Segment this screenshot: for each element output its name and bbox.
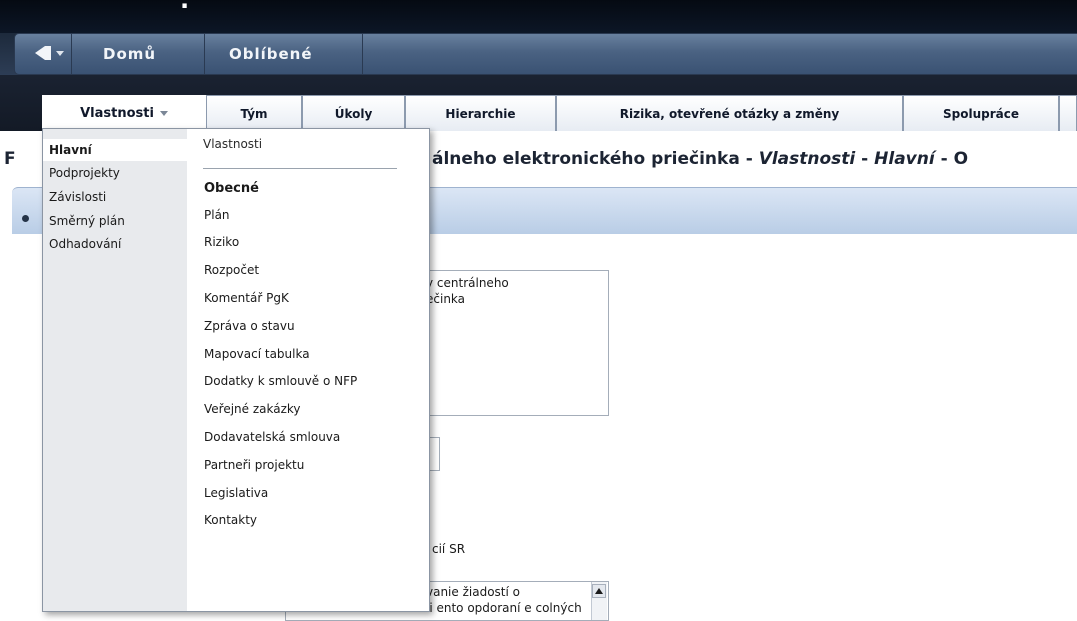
textarea-scrollbar[interactable] bbox=[591, 582, 607, 620]
page-title-prefix: F bbox=[4, 149, 16, 169]
dropdown-item-komentar-pgk[interactable]: Komentář PgK bbox=[204, 288, 289, 308]
navbar-inner: Domů Oblíbené bbox=[14, 33, 1077, 75]
tab-bar: Vlastnosti Tým Úkoly Hierarchie Rizika, … bbox=[0, 75, 1077, 131]
textarea-line: ečinka bbox=[426, 292, 466, 306]
page-title-text: álneho elektronického priečinka - bbox=[432, 149, 759, 169]
tab-label: Vlastnosti bbox=[80, 106, 154, 121]
page-title-sep: - O bbox=[934, 149, 969, 169]
chevron-down-icon bbox=[159, 111, 168, 116]
back-arrow-icon bbox=[35, 46, 45, 60]
dropdown-item-smerny-plan[interactable]: Směrný plán bbox=[49, 210, 125, 232]
textarea-line: vanie žiadostí o bbox=[426, 585, 520, 599]
dropdown-item-rozpocet[interactable]: Rozpočet bbox=[204, 260, 259, 280]
page-title: álneho elektronického priečinka - Vlastn… bbox=[432, 149, 968, 169]
tab-overflow[interactable] bbox=[1059, 95, 1077, 131]
nav-home[interactable]: Domů bbox=[103, 34, 156, 74]
tab-tym[interactable]: Tým bbox=[206, 95, 302, 131]
properties-dropdown: Hlavní Podprojekty Závislosti Směrný plá… bbox=[42, 128, 430, 612]
chevron-down-icon[interactable] bbox=[56, 51, 64, 56]
page-title-main: Hlavní bbox=[874, 149, 935, 169]
dropdown-item-partneri-projektu[interactable]: Partneři projektu bbox=[204, 455, 304, 475]
tab-label: Hierarchie bbox=[445, 107, 516, 121]
dropdown-item-podprojekty[interactable]: Podprojekty bbox=[49, 162, 120, 184]
tab-label: Úkoly bbox=[334, 107, 373, 121]
page-title-props: Vlastnosti bbox=[758, 149, 856, 169]
dropdown-divider bbox=[203, 168, 397, 169]
back-arrow-bar bbox=[45, 46, 51, 60]
textarea-line: ii ento opdoraní e colných bbox=[426, 601, 582, 615]
ministry-label: cií SR bbox=[432, 542, 466, 556]
dropdown-item-riziko[interactable]: Riziko bbox=[204, 232, 239, 252]
tab-hierarchie[interactable]: Hierarchie bbox=[405, 95, 556, 131]
back-button[interactable] bbox=[15, 34, 72, 74]
main-navbar: Domů Oblíbené bbox=[0, 33, 1077, 75]
nav-separator bbox=[362, 34, 363, 74]
header-title-cutoff: . bbox=[180, 0, 191, 14]
nav-separator bbox=[204, 34, 205, 74]
textarea-line: y centrálneho bbox=[426, 276, 509, 290]
dropdown-item-zprava-o-stavu[interactable]: Zpráva o stavu bbox=[204, 316, 295, 336]
dropdown-item-verejne-zakazky[interactable]: Veřejné zakázky bbox=[204, 399, 301, 419]
tab-ukoly[interactable]: Úkoly bbox=[302, 95, 405, 131]
dropdown-item-dodavatelska-smlouva[interactable]: Dodavatelská smlouva bbox=[204, 427, 340, 447]
dropdown-item-odhadovani[interactable]: Odhadování bbox=[49, 233, 121, 255]
dropdown-section-header: Vlastnosti bbox=[203, 137, 263, 151]
tab-label: Spolupráce bbox=[943, 107, 1019, 121]
nav-favorites[interactable]: Oblíbené bbox=[229, 34, 313, 74]
dropdown-item-legislativa[interactable]: Legislativa bbox=[204, 483, 268, 503]
section-bullet-icon bbox=[22, 215, 29, 222]
page-title-sep: - bbox=[855, 149, 875, 169]
tab-label: Tým bbox=[240, 107, 268, 121]
dropdown-item-zavislosti[interactable]: Závislosti bbox=[49, 186, 106, 208]
tab-vlastnosti[interactable]: Vlastnosti bbox=[42, 95, 206, 131]
dropdown-item-hlavni[interactable]: Hlavní bbox=[43, 139, 187, 161]
tab-spoluprace[interactable]: Spolupráce bbox=[903, 95, 1059, 131]
scroll-up-arrow-icon[interactable] bbox=[592, 584, 606, 598]
dropdown-item-dodatky[interactable]: Dodatky k smlouvě o NFP bbox=[204, 371, 357, 391]
dropdown-item-plan[interactable]: Plán bbox=[204, 205, 230, 225]
dropdown-left-panel: Hlavní Podprojekty Závislosti Směrný plá… bbox=[43, 129, 187, 611]
dropdown-item-obecne[interactable]: Obecné bbox=[204, 179, 259, 199]
tab-label: Rizika, otevřené otázky a změny bbox=[619, 107, 840, 121]
dropdown-item-mapovaci-tabulka[interactable]: Mapovací tabulka bbox=[204, 344, 310, 364]
top-strip: . bbox=[0, 0, 1077, 33]
dropdown-item-kontakty[interactable]: Kontakty bbox=[204, 510, 257, 530]
tab-rizika[interactable]: Rizika, otevřené otázky a změny bbox=[556, 95, 903, 131]
